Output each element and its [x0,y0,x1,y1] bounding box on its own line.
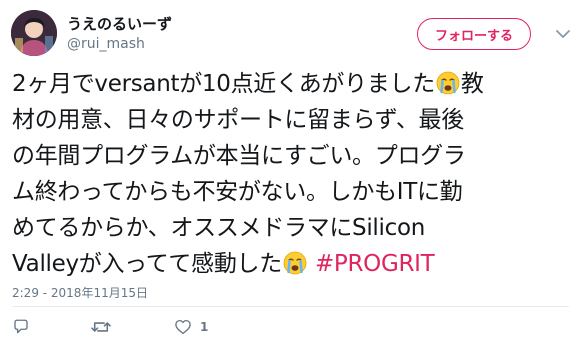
tweet-line-text: 教 [460,71,484,97]
tweet-line: 材の用意、日々のサポートに留まらず、最後 [12,107,464,133]
divider [12,306,569,307]
tweet-card: うえのるいーず @rui_mash フォローする 2ヶ月でversantが10点… [0,0,581,354]
tweet-line: ム終わってからも不安がない。しかもITに勤 [12,179,463,205]
retweet-icon [91,322,111,332]
tweet-line: 2ヶ月でversantが10点近くあがりました 教 [12,66,572,102]
like-button[interactable]: 1 [174,317,208,337]
reply-button[interactable] [12,317,30,337]
crying-face-emoji [436,71,460,95]
chevron-down-icon[interactable] [553,24,573,44]
retweet-button[interactable] [90,317,112,337]
tweet-line-text: Valleyが入ってて感動した [12,251,282,277]
display-name[interactable]: うえのるいーず [67,13,172,34]
tweet-timestamp[interactable]: 2:29 - 2018年11月15日 [12,284,148,301]
tweet-line: めてるからか、オススメドラマにSilicon [12,215,426,241]
tweet-line: の年間プログラムが本当にすごい。プログラ [12,143,466,169]
reply-icon [14,319,28,334]
follow-button[interactable]: フォローする [417,18,531,50]
tweet-text: 2ヶ月でversantが10点近くあがりました 教 材の用意、日々のサポートに留… [12,66,572,282]
avatar-image [11,10,57,56]
user-handle[interactable]: @rui_mash [67,36,145,52]
avatar[interactable] [11,10,57,56]
tweet-line: Valleyが入ってて感動した #PROGRIT [12,246,572,282]
tweet-line-text: 2ヶ月でversantが10点近くあがりました [12,71,435,97]
like-count: 1 [200,320,209,334]
crying-face-emoji [283,251,307,275]
hashtag-link[interactable]: #PROGRIT [315,251,435,277]
heart-icon [175,319,191,335]
